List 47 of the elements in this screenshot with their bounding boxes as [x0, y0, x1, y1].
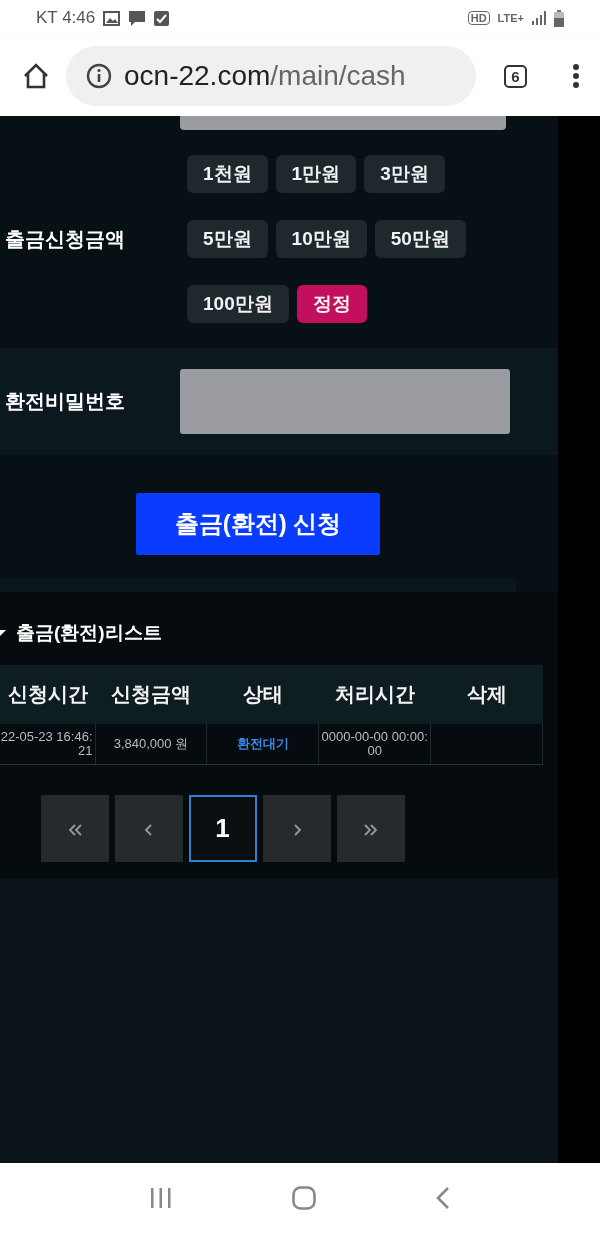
url-text: ocn-22.com/main/cash [124, 60, 406, 92]
home-button-icon[interactable] [292, 1186, 316, 1210]
amount-button[interactable]: 100만원 [187, 285, 289, 323]
table-cell: 22-05-23 16:46:21 [0, 724, 95, 765]
password-field[interactable] [180, 369, 510, 434]
status-cell: 환전대기 [206, 724, 319, 765]
menu-icon[interactable] [573, 64, 579, 88]
info-icon [86, 63, 112, 89]
column-header: 상태 [206, 665, 319, 724]
submit-button[interactable]: 출금(환전) 신청 [136, 493, 380, 555]
checkbox-icon [154, 10, 170, 26]
tab-count-button[interactable]: 6 [504, 64, 527, 88]
next-page-button[interactable] [262, 795, 331, 862]
amount-button[interactable]: 5만원 [187, 220, 268, 258]
table-cell: 0000-00-00 00:00:00 [318, 724, 431, 765]
carrier-time: KT 4:46 [36, 8, 96, 28]
column-header: 삭제 [430, 665, 543, 724]
home-icon[interactable] [22, 63, 50, 89]
back-icon[interactable] [436, 1187, 450, 1209]
image-icon [103, 10, 121, 26]
previous-page-button[interactable] [114, 795, 183, 862]
amount-button[interactable]: 1천원 [187, 155, 268, 193]
input-field[interactable] [180, 116, 506, 130]
last-page-button[interactable] [336, 795, 405, 862]
table-cell: 3,840,000 원 [95, 724, 207, 765]
first-page-button[interactable] [40, 795, 109, 862]
amount-button[interactable]: 1만원 [275, 155, 357, 193]
address-bar[interactable]: ocn-22.com/main/cash [66, 46, 476, 106]
amount-button[interactable]: 3만원 [364, 155, 445, 193]
signal-icon [532, 11, 546, 25]
amount-button[interactable]: 50만원 [374, 220, 466, 258]
reset-button[interactable]: 정정 [296, 285, 367, 323]
field-label: 출금신청금액 [4, 226, 126, 252]
column-header: 신청금액 [95, 665, 207, 724]
field-label: 환전비밀번호 [4, 389, 126, 414]
column-header: 신청시간 [0, 665, 95, 724]
hd-indicator: HD [467, 11, 490, 25]
amount-button[interactable]: 10만원 [275, 220, 367, 258]
battery-icon [554, 9, 564, 27]
message-icon [128, 9, 147, 27]
section-title: 출금(환전)리스트 [16, 621, 162, 645]
lte-indicator: LTE+ [497, 12, 524, 24]
column-header: 처리시간 [318, 665, 431, 724]
double-right-chevron-icon [361, 822, 380, 838]
recent-apps-icon[interactable] [150, 1188, 172, 1208]
page-button[interactable]: 1 [188, 795, 257, 862]
triangle-icon [0, 630, 6, 636]
